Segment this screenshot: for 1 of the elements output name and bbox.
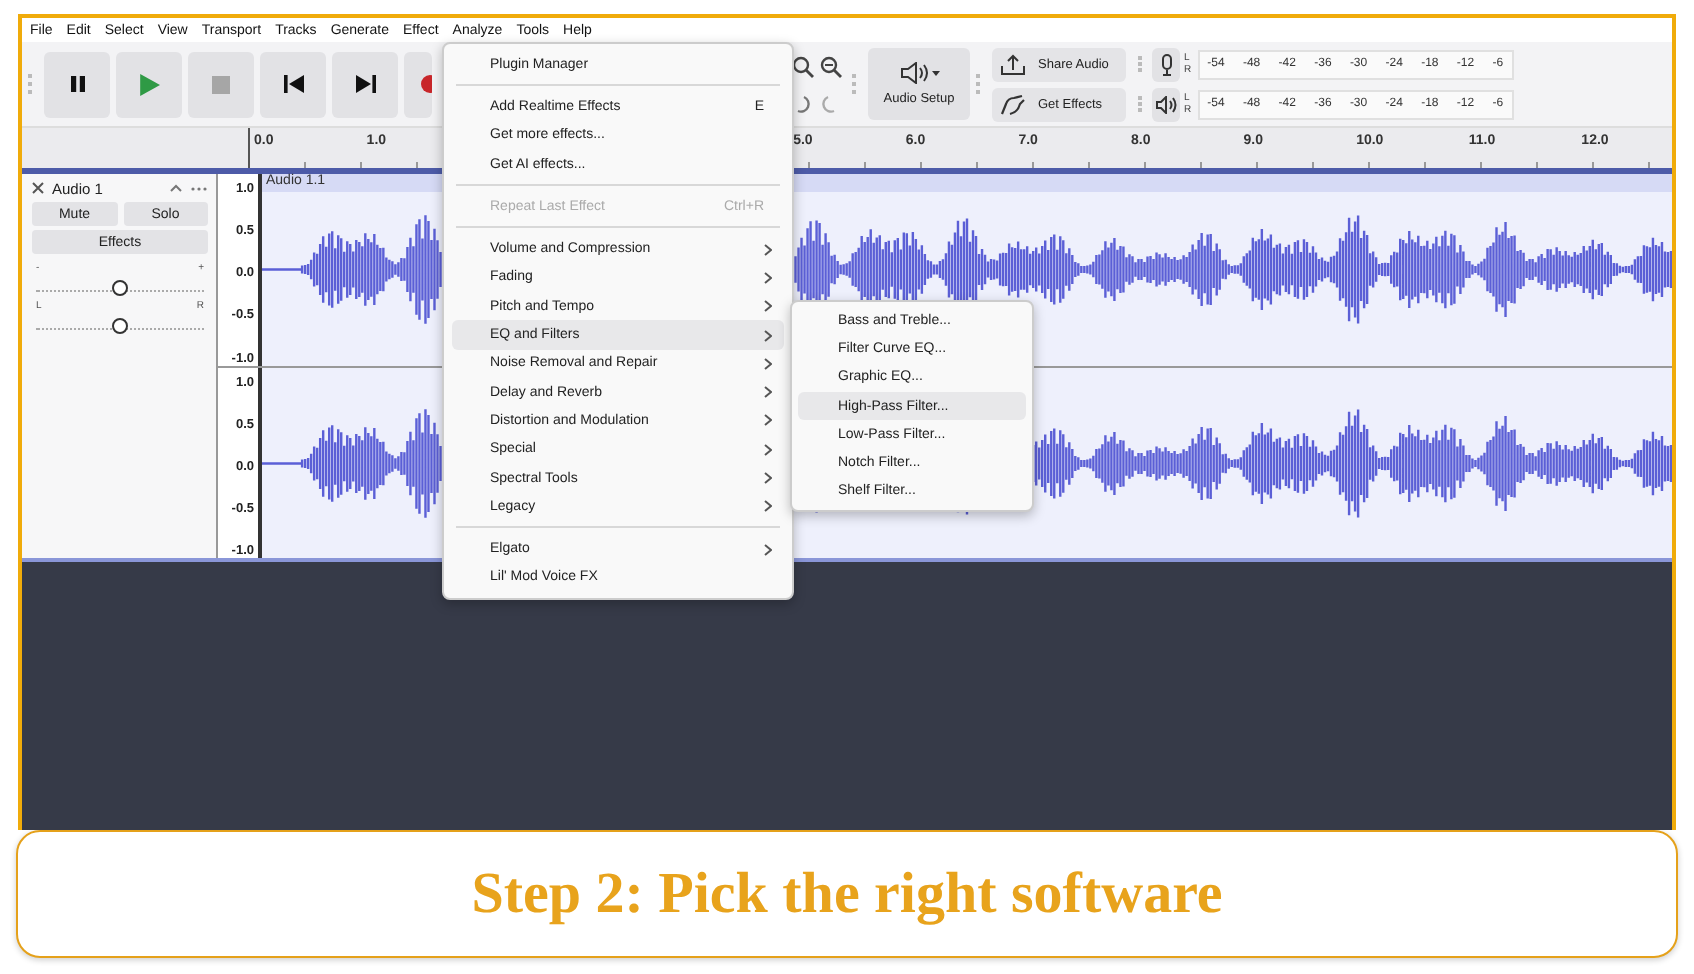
caption: Step 2: Pick the right software <box>471 861 1223 927</box>
